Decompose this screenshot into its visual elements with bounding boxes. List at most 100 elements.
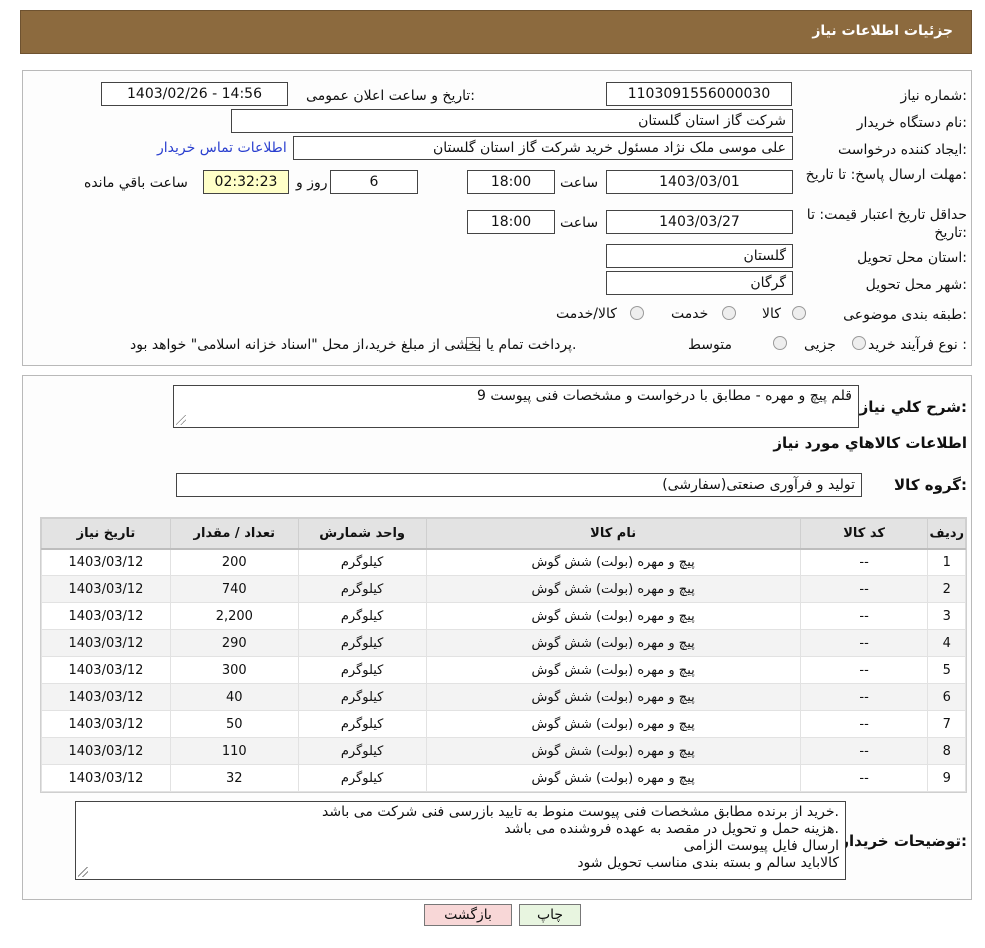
cell-item-code: -- [799,683,929,711]
cell-quantity: 290 [169,629,299,657]
deadline-time-field: 18:00 [467,170,555,194]
cell-unit: کیلوگرم [297,629,427,657]
description-textarea[interactable]: 9 قلم پیچ و مهره - مطابق با درخواست و مش… [173,385,859,428]
validity-time-field: 18:00 [467,210,555,234]
cell-item-code: -- [799,710,929,738]
city-label: شهر محل تحویل: [865,277,967,293]
category-radio-goods[interactable] [792,306,806,320]
cell-item-name: پیچ و مهره (بولت) شش گوش [425,548,801,576]
cell-need-date: 1403/03/12 [41,548,171,576]
goods-info-title: اطلاعات کالاهاي مورد نياز [773,434,967,452]
process-radio-medium[interactable] [773,336,787,350]
table-row: 2 -- پیچ و مهره (بولت) شش گوش کیلوگرم 740 140… [41,575,966,603]
cell-item-code: -- [799,548,929,576]
cell-item-code: -- [799,575,929,603]
need-number-field: 1103091556000030 [606,82,792,106]
category-radio-service[interactable] [722,306,736,320]
print-button[interactable]: چاپ [519,904,581,926]
cell-item-name: پیچ و مهره (بولت) شش گوش [425,737,801,765]
need-number-label: شماره نیاز: [900,88,967,104]
cell-item-name: پیچ و مهره (بولت) شش گوش [425,629,801,657]
cell-quantity: 200 [169,548,299,576]
cell-row-number: 5 [927,656,966,684]
resize-grip-icon[interactable] [176,415,186,425]
cell-item-name: پیچ و مهره (بولت) شش گوش [425,656,801,684]
col-header-quantity: تعداد / مقدار [169,518,299,550]
cell-item-name: پیچ و مهره (بولت) شش گوش [425,710,801,738]
process-option-minor: جزیی [804,337,836,353]
col-header-need-date: تاریخ نیاز [41,518,171,550]
days-field: 6 [330,170,418,194]
page-title: جزئیات اطلاعات نیاز [812,23,953,39]
back-button[interactable]: بازگشت [424,904,512,926]
items-table-container: ردیف کد کالا نام کالا واحد شمارش تعداد /… [40,517,967,793]
buyer-notes-line: کالاباید سالم و بسته بندی مناسب تحویل شو… [577,855,839,871]
cell-quantity: 50 [169,710,299,738]
cell-unit: کیلوگرم [297,683,427,711]
deadline-label: مهلت ارسال پاسخ: تا تاریخ: [805,167,967,183]
cell-row-number: 6 [927,683,966,711]
cell-quantity: 40 [169,683,299,711]
announce-field: 1403/02/26 - 14:56 [101,82,288,106]
table-row: 7 -- پیچ و مهره (بولت) شش گوش کیلوگرم 50 1403… [41,710,966,738]
table-row: 9 -- پیچ و مهره (بولت) شش گوش کیلوگرم 32 1403… [41,764,966,792]
cell-unit: کیلوگرم [297,602,427,630]
cell-need-date: 1403/03/12 [41,710,171,738]
resize-grip-icon[interactable] [78,867,88,877]
table-row: 5 -- پیچ و مهره (بولت) شش گوش کیلوگرم 300 140… [41,656,966,684]
cell-need-date: 1403/03/12 [41,737,171,765]
category-option-goods: کالا [762,306,781,322]
category-radio-both[interactable] [630,306,644,320]
cell-item-code: -- [799,656,929,684]
col-header-unit: واحد شمارش [297,518,427,550]
cell-need-date: 1403/03/12 [41,683,171,711]
col-header-row-number: ردیف [927,518,966,550]
table-row: 3 -- پیچ و مهره (بولت) شش گوش کیلوگرم 2,200 1… [41,602,966,630]
creator-label: ایجاد کننده درخواست: [838,142,967,158]
cell-need-date: 1403/03/12 [41,575,171,603]
process-label: نوع فرآیند خرید : [868,337,967,353]
col-header-item-code: کد کالا [799,518,929,550]
cell-item-code: -- [799,629,929,657]
cell-unit: کیلوگرم [297,575,427,603]
page-header: جزئیات اطلاعات نیاز [20,10,972,54]
cell-item-name: پیچ و مهره (بولت) شش گوش [425,764,801,792]
city-field: گرگان [606,271,793,295]
description-label: شرح کلي نياز: [859,398,967,416]
cell-item-name: پیچ و مهره (بولت) شش گوش [425,575,801,603]
process-radio-minor[interactable] [852,336,866,350]
goods-group-label: گروه کالا: [894,476,967,494]
process-note: پرداخت تمام یا بخشی از مبلغ خرید،از محل … [130,337,577,353]
cell-quantity: 32 [169,764,299,792]
cell-item-code: -- [799,737,929,765]
table-row: 1 -- پیچ و مهره (بولت) شش گوش کیلوگرم 200 140… [41,548,966,576]
table-row: 4 -- پیچ و مهره (بولت) شش گوش کیلوگرم 290 140… [41,629,966,657]
validity-date-field: 1403/03/27 [606,210,793,234]
validity-hour-label: ساعت [560,215,599,231]
cell-row-number: 3 [927,602,966,630]
cell-row-number: 9 [927,764,966,792]
cell-unit: کیلوگرم [297,737,427,765]
cell-quantity: 740 [169,575,299,603]
buyer-org-field: شرکت گاز استان گلستان [231,109,793,133]
cell-row-number: 4 [927,629,966,657]
province-label: استان محل تحویل: [857,250,967,266]
category-option-both: کالا/خدمت [556,306,617,322]
buyer-notes-textarea[interactable]: خرید از برنده مطابق مشخصات فنی پیوست منو… [75,801,846,880]
cell-item-code: -- [799,764,929,792]
days-label: روز و [296,175,328,191]
cell-quantity: 110 [169,737,299,765]
buyer-contact-link[interactable]: اطلاعات تماس خریدار [157,140,287,156]
cell-unit: کیلوگرم [297,764,427,792]
cell-unit: کیلوگرم [297,548,427,576]
announce-label: تاریخ و ساعت اعلان عمومی: [306,88,475,104]
cell-need-date: 1403/03/12 [41,602,171,630]
province-field: گلستان [606,244,793,268]
description-text: 9 قلم پیچ و مهره - مطابق با درخواست و مش… [477,388,852,404]
buyer-notes-label: توضیحات خریدار: [840,832,967,850]
buyer-org-label: نام دستگاه خریدار: [856,115,967,131]
buyer-notes-line: خرید از برنده مطابق مشخصات فنی پیوست منو… [322,804,839,820]
cell-need-date: 1403/03/12 [41,656,171,684]
cell-unit: کیلوگرم [297,710,427,738]
cell-row-number: 1 [927,548,966,576]
